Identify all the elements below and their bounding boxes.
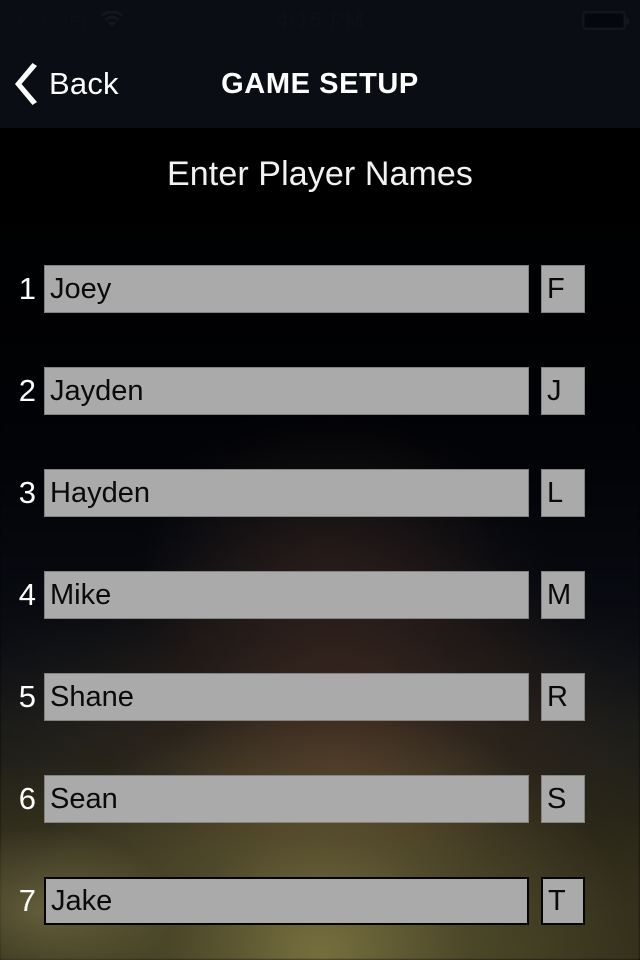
player-row: 1 Joey F: [0, 265, 640, 313]
player-list: 1 Joey F 2 Jayden J 3 Hayden L 4 Mike M …: [0, 265, 640, 960]
player-name-input[interactable]: Jake: [44, 877, 529, 925]
player-name-input[interactable]: Mike: [44, 571, 529, 619]
player-row: 7 Jake T: [0, 877, 640, 925]
app-screen: Carrier 4:15 PM Back GAME SETUP Enter Pl…: [0, 0, 640, 960]
player-initial-input[interactable]: T: [541, 877, 585, 925]
page-title: GAME SETUP: [221, 67, 419, 100]
player-initial-input[interactable]: S: [541, 775, 585, 823]
player-initial-input[interactable]: M: [541, 571, 585, 619]
player-initial-input[interactable]: J: [541, 367, 585, 415]
player-number: 6: [18, 781, 36, 816]
player-number: 3: [18, 475, 36, 510]
battery-icon: [582, 10, 629, 30]
player-number: 1: [18, 271, 36, 306]
player-row: 3 Hayden L: [0, 469, 640, 517]
player-name-input[interactable]: Jayden: [44, 367, 529, 415]
player-row: 2 Jayden J: [0, 367, 640, 415]
section-heading: Enter Player Names: [166, 155, 474, 193]
status-bar-time: 4:15 PM: [275, 6, 365, 33]
player-number: 2: [18, 373, 36, 408]
status-bar: Carrier 4:15 PM: [0, 0, 640, 40]
player-name-input[interactable]: Hayden: [44, 469, 529, 517]
player-initial-input[interactable]: L: [541, 469, 585, 517]
navigation-bar: Back GAME SETUP: [0, 40, 640, 128]
player-initial-input[interactable]: R: [541, 673, 585, 721]
player-row: 5 Shane R: [0, 673, 640, 721]
player-name-input[interactable]: Joey: [44, 265, 529, 313]
player-name-input[interactable]: Sean: [44, 775, 529, 823]
player-number: 4: [18, 577, 36, 612]
player-row: 6 Sean S: [0, 775, 640, 823]
player-initial-input[interactable]: F: [541, 265, 585, 313]
status-bar-right: [582, 10, 629, 30]
player-number: 7: [18, 883, 36, 918]
player-row: 4 Mike M: [0, 571, 640, 619]
player-number: 5: [18, 679, 36, 714]
player-name-input[interactable]: Shane: [44, 673, 529, 721]
